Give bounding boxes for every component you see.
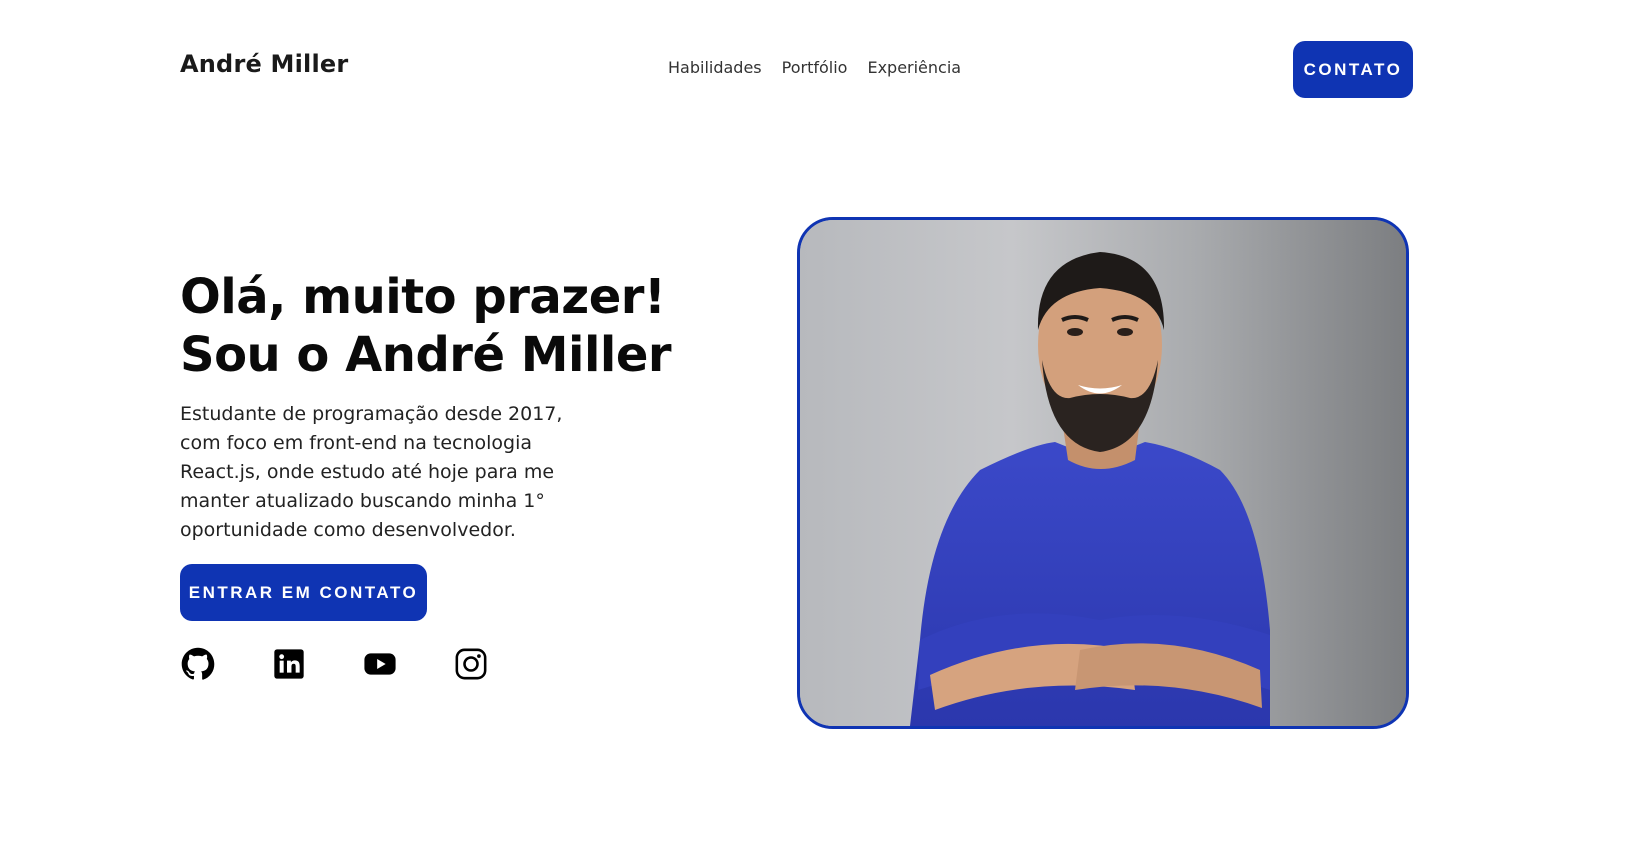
main-nav: Habilidades Portfólio Experiência — [668, 58, 961, 77]
youtube-icon[interactable] — [362, 646, 397, 681]
hero-title: Olá, muito prazer! Sou o André Miller — [180, 268, 672, 384]
hero-title-line-2: Sou o André Miller — [180, 327, 672, 383]
github-icon[interactable] — [180, 646, 215, 681]
contact-button[interactable]: CONTATO — [1293, 41, 1413, 98]
hero-description: Estudante de programação desde 2017, com… — [180, 403, 563, 541]
instagram-icon[interactable] — [453, 646, 488, 681]
portfolio-page: André Miller Habilidades Portfólio Exper… — [0, 0, 1650, 853]
social-links — [180, 646, 488, 681]
linkedin-icon[interactable] — [271, 646, 306, 681]
nav-link-experiencia[interactable]: Experiência — [867, 58, 961, 77]
profile-photo — [797, 217, 1409, 729]
site-logo[interactable]: André Miller — [180, 50, 348, 78]
hero-title-line-1: Olá, muito prazer! — [180, 269, 666, 325]
nav-link-habilidades[interactable]: Habilidades — [668, 58, 762, 77]
nav-link-portfolio[interactable]: Portfólio — [782, 58, 848, 77]
get-in-touch-button[interactable]: ENTRAR EM CONTATO — [180, 564, 427, 621]
profile-photo-illustration — [800, 220, 1406, 726]
